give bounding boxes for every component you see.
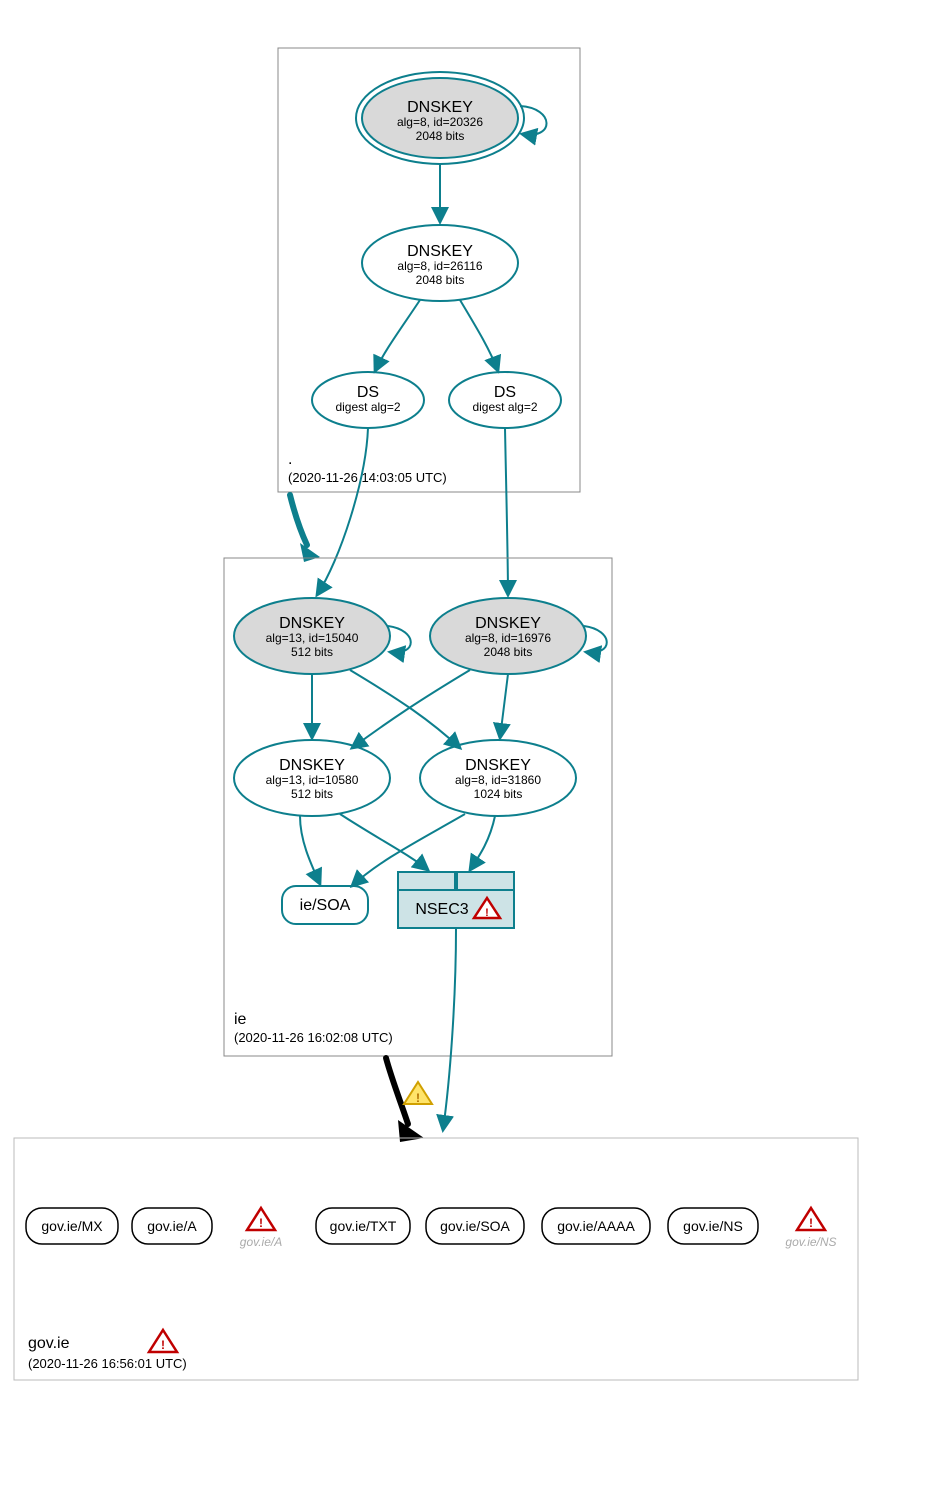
zone-label-govie: gov.ie — [28, 1335, 70, 1352]
svg-text:gov.ie/TXT: gov.ie/TXT — [330, 1218, 397, 1234]
node-root-ds2: DS digest alg=2 — [449, 372, 561, 428]
edge-ds1-ie-ksk1 — [317, 428, 368, 595]
zone-ts-govie: (2020-11-26 16:56:01 UTC) — [28, 1356, 187, 1371]
svg-text:digest alg=2: digest alg=2 — [335, 400, 400, 414]
svg-text:digest alg=2: digest alg=2 — [472, 400, 537, 414]
svg-text:DNSKEY: DNSKEY — [279, 757, 345, 774]
rrset-gov-mx: gov.ie/MX — [26, 1208, 118, 1244]
node-root-ksk: DNSKEY alg=8, id=20326 2048 bits — [356, 72, 524, 164]
svg-text:alg=13, id=10580: alg=13, id=10580 — [266, 773, 359, 787]
svg-text:DNSKEY: DNSKEY — [475, 615, 541, 632]
svg-text:NSEC3: NSEC3 — [415, 901, 468, 918]
svg-text:DS: DS — [494, 384, 516, 401]
error-icon: ! — [797, 1208, 825, 1230]
edge-ie-ksk2-self — [584, 626, 607, 652]
svg-text:gov.ie/A: gov.ie/A — [240, 1235, 282, 1249]
svg-text:!: ! — [416, 1091, 420, 1105]
svg-text:2048 bits: 2048 bits — [484, 645, 533, 659]
rrset-gov-a-error: ! gov.ie/A — [240, 1208, 282, 1249]
rrset-gov-ns-error: ! gov.ie/NS — [785, 1208, 836, 1249]
svg-text:gov.ie/NS: gov.ie/NS — [785, 1235, 836, 1249]
svg-text:ie/SOA: ie/SOA — [300, 897, 351, 914]
node-ie-zsk1: DNSKEY alg=13, id=10580 512 bits — [234, 740, 390, 816]
zone-box-govie — [14, 1138, 858, 1380]
rrset-gov-aaaa: gov.ie/AAAA — [542, 1208, 650, 1244]
zone-ts-ie: (2020-11-26 16:02:08 UTC) — [234, 1030, 393, 1045]
node-root-zsk: DNSKEY alg=8, id=26116 2048 bits — [362, 225, 518, 301]
zone-label-root: . — [288, 451, 292, 468]
svg-text:DNSKEY: DNSKEY — [279, 615, 345, 632]
edge-root-zsk-ds1 — [375, 300, 420, 371]
node-ie-soa: ie/SOA — [282, 886, 368, 924]
svg-text:alg=8, id=31860: alg=8, id=31860 — [455, 773, 541, 787]
svg-text:!: ! — [259, 1216, 263, 1230]
edge-nsec-govie — [443, 928, 456, 1130]
svg-text:DS: DS — [357, 384, 379, 401]
svg-text:512 bits: 512 bits — [291, 787, 333, 801]
svg-text:gov.ie/MX: gov.ie/MX — [41, 1218, 103, 1234]
edge-ie-zsk2-nsec — [470, 816, 495, 870]
svg-text:!: ! — [485, 907, 489, 919]
rrset-gov-ns: gov.ie/NS — [668, 1208, 758, 1244]
error-icon: ! — [247, 1208, 275, 1230]
error-icon: ! — [149, 1330, 177, 1352]
node-ie-ksk1: DNSKEY alg=13, id=15040 512 bits — [234, 598, 390, 674]
edge-ie-zsk1-soa — [300, 816, 320, 884]
edge-ds2-ie-ksk2 — [505, 428, 508, 595]
node-ie-ksk2: DNSKEY alg=8, id=16976 2048 bits — [430, 598, 586, 674]
edge-root-to-ie-thick — [290, 495, 307, 545]
rrset-gov-a: gov.ie/A — [132, 1208, 212, 1244]
edge-root-zsk-ds2 — [460, 300, 498, 371]
svg-text:DNSKEY: DNSKEY — [465, 757, 531, 774]
rrset-gov-txt: gov.ie/TXT — [316, 1208, 410, 1244]
node-ie-zsk2: DNSKEY alg=8, id=31860 1024 bits — [420, 740, 576, 816]
zone-label-ie: ie — [234, 1011, 247, 1028]
svg-text:2048 bits: 2048 bits — [416, 129, 465, 143]
svg-text:2048 bits: 2048 bits — [416, 273, 465, 287]
svg-text:alg=8, id=26116: alg=8, id=26116 — [397, 259, 483, 273]
svg-text:alg=13, id=15040: alg=13, id=15040 — [266, 631, 359, 645]
edge-ie-ksk1-self — [388, 626, 411, 652]
svg-text:gov.ie/A: gov.ie/A — [147, 1218, 197, 1234]
svg-text:gov.ie/NS: gov.ie/NS — [683, 1218, 743, 1234]
edge-ie-to-govie-thick — [386, 1058, 408, 1124]
node-ie-nsec3: NSEC3 ! — [398, 872, 514, 928]
svg-text:alg=8, id=20326: alg=8, id=20326 — [397, 115, 483, 129]
svg-text:gov.ie/SOA: gov.ie/SOA — [440, 1218, 510, 1234]
svg-text:DNSKEY: DNSKEY — [407, 243, 473, 260]
warning-icon: ! — [404, 1082, 432, 1105]
svg-text:DNSKEY: DNSKEY — [407, 99, 473, 116]
svg-text:1024 bits: 1024 bits — [474, 787, 523, 801]
zone-ts-root: (2020-11-26 14:03:05 UTC) — [288, 470, 447, 485]
svg-text:512 bits: 512 bits — [291, 645, 333, 659]
svg-text:!: ! — [809, 1216, 813, 1230]
svg-text:gov.ie/AAAA: gov.ie/AAAA — [557, 1218, 635, 1234]
rrset-gov-soa: gov.ie/SOA — [426, 1208, 524, 1244]
svg-text:alg=8, id=16976: alg=8, id=16976 — [465, 631, 551, 645]
edge-ie-ksk2-zsk2 — [500, 674, 508, 738]
svg-text:!: ! — [161, 1338, 165, 1352]
node-root-ds1: DS digest alg=2 — [312, 372, 424, 428]
